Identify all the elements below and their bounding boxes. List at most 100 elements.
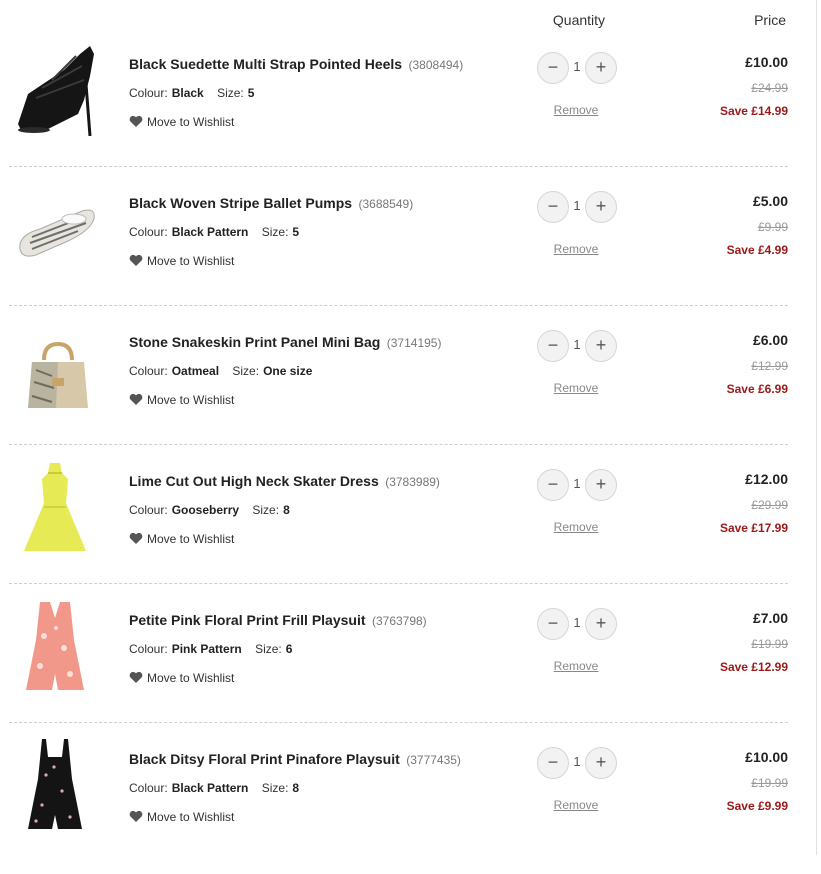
saving-amount: Save £9.99 xyxy=(726,799,788,813)
size-value: 8 xyxy=(292,781,300,795)
heart-icon xyxy=(129,393,143,405)
row-divider xyxy=(9,722,788,723)
basket-item: Black Suedette Multi Strap Pointed Heels… xyxy=(0,40,821,179)
decrease-quantity-button[interactable]: − xyxy=(537,191,569,223)
saving-amount: Save £14.99 xyxy=(719,104,788,118)
move-to-wishlist-link[interactable]: Move to Wishlist xyxy=(129,671,234,685)
size-label: Size: xyxy=(261,781,289,795)
quantity-column-header: Quantity xyxy=(552,12,606,28)
remove-item-link[interactable]: Remove xyxy=(536,242,616,256)
remove-item-link[interactable]: Remove xyxy=(536,520,616,534)
row-divider xyxy=(9,305,788,306)
saving-amount: Save £4.99 xyxy=(726,243,788,257)
move-to-wishlist-link[interactable]: Move to Wishlist xyxy=(129,810,234,824)
size-value: 5 xyxy=(292,225,300,239)
decrease-quantity-button[interactable]: − xyxy=(537,52,569,84)
original-price: £24.99 xyxy=(751,81,788,95)
increase-quantity-button[interactable]: + xyxy=(585,330,617,362)
wishlist-label: Move to Wishlist xyxy=(147,532,235,546)
size-label: Size: xyxy=(217,86,244,100)
decrease-quantity-button[interactable]: − xyxy=(537,747,569,779)
product-name[interactable]: Black Ditsy Floral Print Pinafore Playsu… xyxy=(129,751,400,767)
current-price: £6.00 xyxy=(752,332,788,348)
wishlist-label: Move to Wishlist xyxy=(147,115,235,129)
decrease-quantity-button[interactable]: − xyxy=(537,469,569,501)
product-image-pink-playsuit[interactable] xyxy=(12,596,98,692)
size-value: 6 xyxy=(285,642,293,656)
increase-quantity-button[interactable]: + xyxy=(585,469,617,501)
product-code: (3808494) xyxy=(408,58,464,72)
quantity-value[interactable]: 1 xyxy=(571,615,583,630)
move-to-wishlist-link[interactable]: Move to Wishlist xyxy=(129,254,234,268)
original-price: £12.99 xyxy=(751,359,788,373)
original-price: £29.99 xyxy=(751,498,788,512)
current-price: £10.00 xyxy=(745,54,788,70)
wishlist-label: Move to Wishlist xyxy=(147,254,235,268)
colour-value: Oatmeal xyxy=(171,364,220,378)
quantity-stepper: − 1 + xyxy=(537,608,621,640)
size-label: Size: xyxy=(252,503,280,517)
remove-item-link[interactable]: Remove xyxy=(536,798,616,812)
current-price: £12.00 xyxy=(745,471,788,487)
basket-item: Petite Pink Floral Print Frill Playsuit … xyxy=(0,596,821,735)
quantity-stepper: − 1 + xyxy=(537,330,621,362)
colour-value: Pink Pattern xyxy=(171,642,242,656)
wishlist-label: Move to Wishlist xyxy=(147,671,235,685)
product-code: (3688549) xyxy=(358,197,414,211)
product-name[interactable]: Petite Pink Floral Print Frill Playsuit xyxy=(129,612,366,628)
increase-quantity-button[interactable]: + xyxy=(585,52,617,84)
product-code: (3763798) xyxy=(371,614,427,628)
saving-amount: Save £6.99 xyxy=(726,382,788,396)
product-code: (3714195) xyxy=(386,336,442,350)
colour-value: Black Pattern xyxy=(171,781,249,795)
decrease-quantity-button[interactable]: − xyxy=(537,608,569,640)
row-divider xyxy=(9,444,788,445)
increase-quantity-button[interactable]: + xyxy=(585,191,617,223)
quantity-value[interactable]: 1 xyxy=(571,476,583,491)
product-name[interactable]: Stone Snakeskin Print Panel Mini Bag xyxy=(129,334,380,350)
product-attributes: Colour: Black Pattern Size: 5 xyxy=(129,225,309,239)
original-price: £19.99 xyxy=(751,637,788,651)
product-image-mini-bag[interactable] xyxy=(12,318,98,414)
row-divider xyxy=(9,166,788,167)
current-price: £10.00 xyxy=(745,749,788,765)
increase-quantity-button[interactable]: + xyxy=(585,747,617,779)
heart-icon xyxy=(129,532,143,544)
remove-item-link[interactable]: Remove xyxy=(536,103,616,117)
colour-label: Colour: xyxy=(129,503,168,517)
product-image-ballet-pumps[interactable] xyxy=(12,179,98,275)
product-attributes: Colour: Pink Pattern Size: 6 xyxy=(129,642,302,656)
basket-item: Stone Snakeskin Print Panel Mini Bag (37… xyxy=(0,318,821,457)
saving-amount: Save £17.99 xyxy=(719,521,788,535)
price-column-header: Price xyxy=(754,12,786,28)
move-to-wishlist-link[interactable]: Move to Wishlist xyxy=(129,393,234,407)
quantity-value[interactable]: 1 xyxy=(571,198,583,213)
product-code: (3783989) xyxy=(385,475,440,489)
quantity-value[interactable]: 1 xyxy=(571,337,583,352)
colour-label: Colour: xyxy=(129,642,168,656)
product-image-skater-dress[interactable] xyxy=(12,457,98,553)
product-image-pinafore-playsuit[interactable] xyxy=(12,735,98,831)
current-price: £7.00 xyxy=(752,610,788,626)
quantity-value[interactable]: 1 xyxy=(571,754,583,769)
quantity-value[interactable]: 1 xyxy=(571,59,583,74)
colour-label: Colour: xyxy=(129,86,168,100)
heart-icon xyxy=(129,254,143,266)
saving-amount: Save £12.99 xyxy=(719,660,788,674)
colour-value: Black Pattern xyxy=(171,225,249,239)
remove-item-link[interactable]: Remove xyxy=(536,381,616,395)
product-name[interactable]: Black Suedette Multi Strap Pointed Heels xyxy=(129,56,402,72)
product-name[interactable]: Lime Cut Out High Neck Skater Dress xyxy=(129,473,379,489)
colour-value: Gooseberry xyxy=(171,503,240,517)
move-to-wishlist-link[interactable]: Move to Wishlist xyxy=(129,532,234,546)
wishlist-label: Move to Wishlist xyxy=(147,810,235,824)
increase-quantity-button[interactable]: + xyxy=(585,608,617,640)
remove-item-link[interactable]: Remove xyxy=(536,659,616,673)
move-to-wishlist-link[interactable]: Move to Wishlist xyxy=(129,115,234,129)
size-value: One size xyxy=(263,364,313,378)
decrease-quantity-button[interactable]: − xyxy=(537,330,569,362)
colour-label: Colour: xyxy=(129,781,168,795)
original-price: £9.99 xyxy=(757,220,788,234)
product-name[interactable]: Black Woven Stripe Ballet Pumps xyxy=(129,195,352,211)
product-image-heels[interactable] xyxy=(12,40,98,136)
